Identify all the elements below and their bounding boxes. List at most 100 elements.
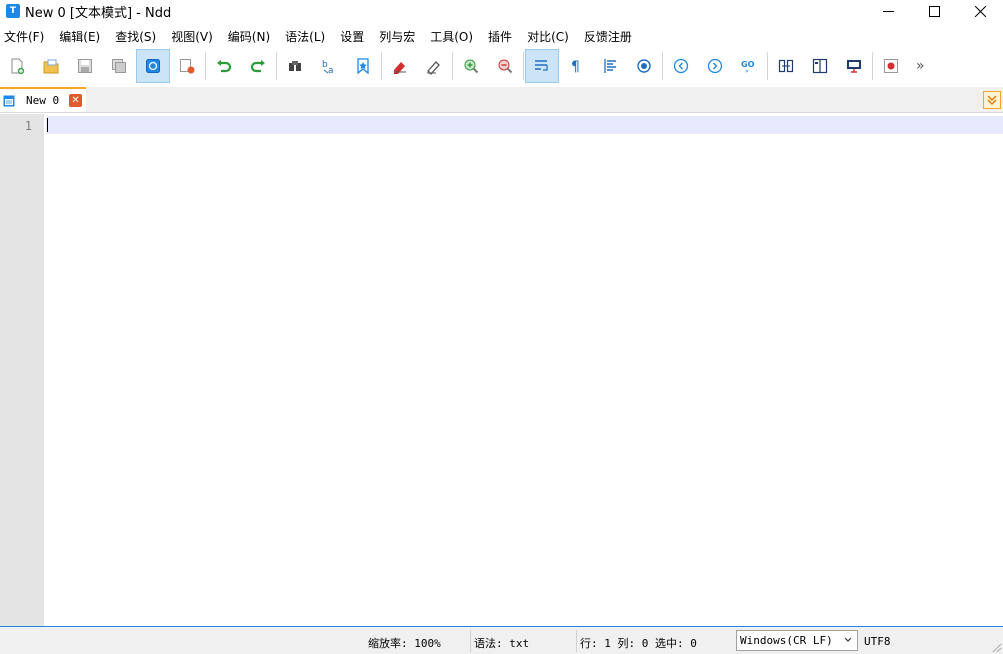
menu-compare[interactable]: 对比(C) xyxy=(523,28,573,45)
document-tab-icon xyxy=(3,95,15,106)
eol-select-value: Windows(CR LF) xyxy=(740,634,833,647)
mark-button[interactable] xyxy=(383,49,417,83)
menu-language[interactable]: 语法(L) xyxy=(281,28,329,45)
menu-search[interactable]: 查找(S) xyxy=(111,28,160,45)
toolbar-separator xyxy=(872,52,873,80)
resize-grip-icon[interactable] xyxy=(990,641,1002,653)
text-caret xyxy=(47,118,48,132)
record-macro-icon xyxy=(884,59,898,73)
redo-icon xyxy=(250,60,265,73)
eol-select[interactable]: Windows(CR LF) xyxy=(736,630,858,651)
indent-guide-button[interactable] xyxy=(593,49,627,83)
tab-label: New 0 xyxy=(26,94,60,107)
minimize-button[interactable] xyxy=(865,0,911,22)
zoom-out-button[interactable] xyxy=(488,49,522,83)
menu-settings[interactable]: 设置 xyxy=(336,28,368,45)
menu-column-macro[interactable]: 列与宏 xyxy=(375,28,419,45)
current-line-highlight xyxy=(46,116,1003,134)
replace-button[interactable]: ba xyxy=(312,49,346,83)
word-wrap-icon xyxy=(535,60,548,71)
toolbar-separator xyxy=(205,52,206,80)
redo-button[interactable] xyxy=(241,49,275,83)
window-controls xyxy=(865,0,1003,22)
open-file-icon xyxy=(43,59,59,74)
status-cursor-position: 行: 1 列: 0 选中: 0 xyxy=(580,637,697,650)
save-all-button[interactable] xyxy=(102,49,136,83)
dir-compare-button[interactable] xyxy=(803,49,837,83)
record-macro-button[interactable] xyxy=(874,49,908,83)
menu-bar: 文件(F) 编辑(E) 查找(S) 视图(V) 编码(N) 语法(L) 设置 列… xyxy=(0,25,1003,47)
next-position-icon xyxy=(707,58,723,74)
text-editor[interactable]: 1 xyxy=(0,114,1003,626)
close-file-button[interactable] xyxy=(170,49,204,83)
show-symbols-button[interactable]: ¶ xyxy=(559,49,593,83)
save-button[interactable] xyxy=(68,49,102,83)
undo-button[interactable] xyxy=(207,49,241,83)
menu-feedback[interactable]: 反馈注册 xyxy=(580,28,636,45)
zoom-in-button[interactable] xyxy=(454,49,488,83)
toolbar-separator xyxy=(381,52,382,80)
bookmark-icon xyxy=(357,58,369,75)
line-number: 1 xyxy=(24,119,32,133)
new-file-button[interactable] xyxy=(0,49,34,83)
menu-view[interactable]: 视图(V) xyxy=(167,28,217,45)
toolbar-overflow-button[interactable]: » xyxy=(916,58,930,74)
svg-text:a: a xyxy=(328,66,334,75)
dir-compare-icon xyxy=(812,58,828,74)
word-wrap-button[interactable] xyxy=(525,49,559,83)
prev-position-button[interactable] xyxy=(664,49,698,83)
toolbar: ba ¶ GO » » xyxy=(0,48,1003,84)
status-bar: 缩放率: 100% 语法: txt 行: 1 列: 0 选中: 0 Window… xyxy=(0,626,1003,654)
menu-edit[interactable]: 编辑(E) xyxy=(55,28,104,45)
show-symbols-icon: ¶ xyxy=(571,59,580,75)
save-all-icon xyxy=(112,59,126,73)
close-icon xyxy=(974,5,986,17)
new-file-icon xyxy=(11,58,25,75)
replace-icon: ba xyxy=(322,60,334,75)
file-compare-button[interactable] xyxy=(769,49,803,83)
find-button[interactable] xyxy=(278,49,312,83)
find-icon xyxy=(289,61,301,71)
menu-plugins[interactable]: 插件 xyxy=(484,28,516,45)
close-window-button[interactable] xyxy=(957,0,1003,22)
window-title: New 0 [文本模式] - Ndd xyxy=(25,5,172,21)
tab-new-0[interactable]: New 0 ✕ xyxy=(0,87,86,112)
toolbar-separator xyxy=(662,52,663,80)
close-file-icon xyxy=(180,59,195,74)
clear-mark-button[interactable] xyxy=(417,49,451,83)
maximize-button[interactable] xyxy=(911,0,957,22)
toolbar-separator xyxy=(523,52,524,80)
binary-compare-icon xyxy=(847,60,861,73)
goto-line-button[interactable]: GO» xyxy=(732,49,766,83)
save-icon xyxy=(78,59,92,73)
toolbar-separator xyxy=(452,52,453,80)
chevron-double-down-icon xyxy=(987,95,997,106)
tab-bar: New 0 ✕ xyxy=(0,87,1003,113)
title-bar: T New 0 [文本模式] - Ndd xyxy=(0,0,1003,22)
minimize-icon xyxy=(882,10,894,12)
status-separator xyxy=(470,630,471,652)
status-separator xyxy=(576,630,577,652)
highlight-button[interactable] xyxy=(627,49,661,83)
toolbar-separator xyxy=(276,52,277,80)
undo-icon xyxy=(217,60,232,73)
goto-line-icon: GO» xyxy=(741,60,755,75)
auto-save-button[interactable] xyxy=(136,49,170,83)
bookmark-button[interactable] xyxy=(346,49,380,83)
svg-text:¶: ¶ xyxy=(571,59,580,75)
app-window: T New 0 [文本模式] - Ndd 文件(F) 编辑(E) 查找(S) 视… xyxy=(0,0,1003,654)
tab-close-button[interactable]: ✕ xyxy=(69,94,83,107)
menu-tools[interactable]: 工具(O) xyxy=(426,28,477,45)
open-file-button[interactable] xyxy=(34,49,68,83)
svg-text:»: » xyxy=(745,68,749,75)
menu-file[interactable]: 文件(F) xyxy=(0,28,48,45)
clear-mark-icon xyxy=(427,61,440,75)
indent-guide-icon xyxy=(604,59,616,73)
mark-icon xyxy=(394,62,406,74)
menu-encoding[interactable]: 编码(N) xyxy=(224,28,274,45)
status-syntax: 语法: txt xyxy=(474,637,530,650)
next-position-button[interactable] xyxy=(698,49,732,83)
maximize-icon xyxy=(928,5,940,17)
binary-compare-button[interactable] xyxy=(837,49,871,83)
tab-list-button[interactable] xyxy=(983,91,1001,109)
